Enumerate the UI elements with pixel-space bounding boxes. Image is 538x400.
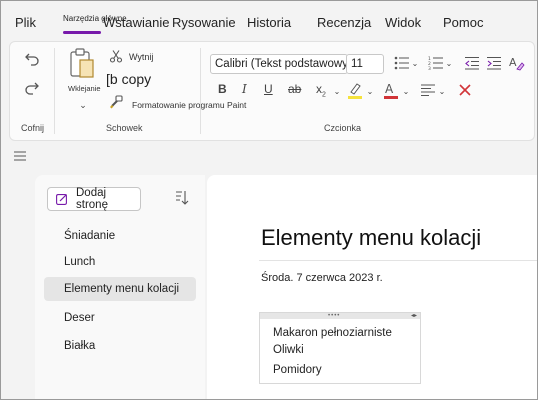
- add-page-button[interactable]: Dodaj stronę: [47, 187, 141, 211]
- pages-pane: Dodaj stronę Śniadanie Lunch Elementy me…: [35, 175, 205, 399]
- page-item-lunch[interactable]: Lunch: [44, 250, 196, 274]
- active-tab-indicator: [63, 31, 101, 34]
- page-item-label: Śniadanie: [64, 230, 116, 242]
- svg-text:3: 3: [428, 66, 431, 70]
- note-container-handle[interactable]: •••• ◂▸: [260, 313, 420, 319]
- delete-icon[interactable]: [456, 81, 474, 99]
- hamburger-menu-icon[interactable]: [13, 150, 27, 162]
- tab-draw[interactable]: Rysowanie: [172, 15, 236, 30]
- font-color-icon[interactable]: A: [382, 80, 400, 100]
- onenote-window: Plik Narzędzia główne Wstawianie Rysowan…: [0, 0, 538, 400]
- page-item-breakfast[interactable]: Śniadanie: [44, 224, 196, 248]
- font-size-field[interactable]: 11: [346, 54, 384, 74]
- drag-handle-icon[interactable]: ••••: [328, 313, 340, 319]
- page-item-label: Białka: [64, 340, 96, 352]
- highlight-chevron-icon[interactable]: ⌄: [366, 84, 374, 98]
- note-line[interactable]: Makaron pełnoziarniste: [273, 327, 392, 339]
- subscript-chevron-icon[interactable]: ⌄: [333, 84, 341, 98]
- ribbon-tabs: Plik Narzędzia główne Wstawianie Rysowan…: [1, 1, 537, 41]
- page-item-dinner-menu[interactable]: Elementy menu kolacji: [44, 277, 196, 301]
- group-separator: [200, 48, 201, 134]
- note-container[interactable]: •••• ◂▸ Makaron pełnoziarniste Oliwki Po…: [259, 312, 421, 384]
- sort-icon[interactable]: [175, 190, 189, 206]
- copy-label[interactable]: [b copy: [106, 71, 151, 87]
- strikethrough-icon[interactable]: ab: [288, 82, 301, 96]
- format-painter-icon[interactable]: [108, 94, 124, 110]
- page-item-label: Deser: [64, 312, 95, 324]
- font-name-field[interactable]: Calibri (Tekst podstawowy): [210, 54, 348, 74]
- scissors-icon[interactable]: [108, 48, 124, 64]
- tab-view[interactable]: Widok: [385, 15, 421, 30]
- format-painter-label[interactable]: Formatowanie programu Paint: [132, 100, 246, 110]
- numbered-list-chevron-icon[interactable]: ⌄: [445, 56, 453, 70]
- tab-help[interactable]: Pomoc: [443, 15, 483, 30]
- bullet-list-chevron-icon[interactable]: ⌄: [411, 56, 419, 70]
- undo-icon[interactable]: [22, 49, 42, 69]
- add-page-label: Dodaj stronę: [76, 187, 108, 211]
- increase-indent-icon[interactable]: [486, 54, 502, 72]
- align-icon[interactable]: [420, 82, 436, 98]
- subscript-icon[interactable]: x2: [316, 82, 326, 98]
- svg-text:A: A: [509, 56, 517, 69]
- bullet-list-icon[interactable]: [394, 54, 410, 72]
- font-group-label: Czcionka: [324, 123, 362, 133]
- highlight-icon[interactable]: [346, 80, 364, 100]
- add-page-icon: [56, 193, 68, 205]
- svg-text:A: A: [385, 82, 394, 96]
- tab-history[interactable]: Historia: [247, 15, 291, 30]
- note-line[interactable]: Pomidory: [273, 364, 322, 376]
- ribbon: Cofnij Wklejanie ⌄ Wytnij [b copy Format…: [9, 41, 535, 141]
- numbered-list-icon[interactable]: 123: [428, 54, 444, 72]
- clipboard-group-label: Schowek: [106, 123, 143, 133]
- underline-icon[interactable]: U: [264, 82, 273, 96]
- font-color-chevron-icon[interactable]: ⌄: [402, 84, 410, 98]
- page-item-label: Lunch: [64, 256, 96, 268]
- align-chevron-icon[interactable]: ⌄: [438, 84, 446, 98]
- tab-insert[interactable]: Wstawianie: [103, 15, 169, 30]
- group-separator: [54, 48, 55, 134]
- tab-file[interactable]: Plik: [15, 15, 36, 30]
- paste-label: Wklejanie: [68, 84, 101, 93]
- note-line[interactable]: Oliwki: [273, 344, 304, 356]
- page-item-proteins[interactable]: Białka: [44, 334, 196, 358]
- bold-icon[interactable]: B: [218, 82, 227, 96]
- page-date: Środa. 7 czerwca 2023 r.: [261, 272, 383, 284]
- page-item-label: Elementy menu kolacji: [64, 283, 180, 295]
- resize-handle-icon[interactable]: ◂▸: [411, 313, 417, 319]
- tab-review[interactable]: Recenzja: [317, 15, 371, 30]
- redo-icon[interactable]: [22, 78, 42, 98]
- clear-formatting-icon[interactable]: A: [508, 54, 526, 72]
- note-canvas[interactable]: Elementy menu kolacji Środa. 7 czerwca 2…: [207, 175, 537, 399]
- paste-icon[interactable]: [68, 46, 96, 80]
- italic-icon[interactable]: I: [242, 82, 247, 96]
- cut-label[interactable]: Wytnij: [129, 52, 153, 62]
- decrease-indent-icon[interactable]: [464, 54, 480, 72]
- title-underline: [259, 260, 537, 261]
- page-item-dessert[interactable]: Deser: [44, 306, 196, 330]
- paste-options-chevron-icon[interactable]: ⌄: [76, 98, 90, 112]
- page-title[interactable]: Elementy menu kolacji: [261, 225, 481, 251]
- undo-group-label: Cofnij: [21, 123, 45, 133]
